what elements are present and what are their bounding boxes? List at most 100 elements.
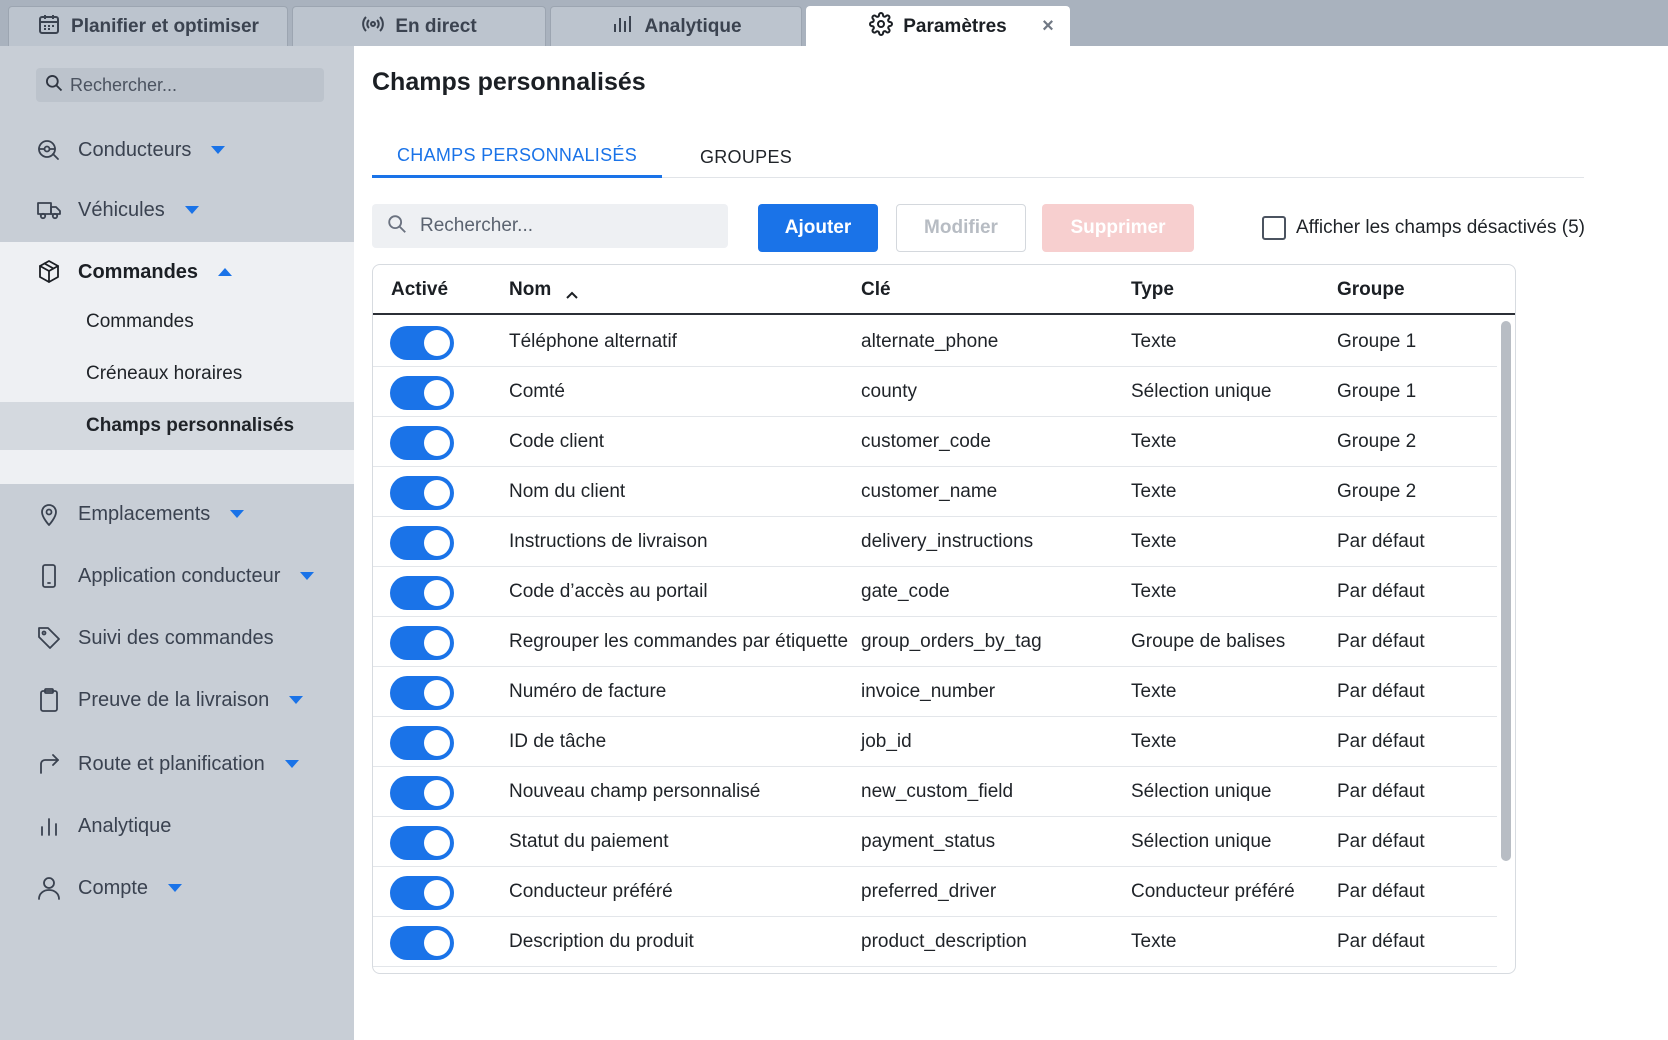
enabled-toggle[interactable] — [390, 376, 454, 410]
sidebar-subitem-commandes[interactable]: Commandes — [0, 298, 354, 346]
show-disabled-label: Afficher les champs désactivés (5) — [1296, 217, 1585, 238]
field-group: Par défaut — [1337, 781, 1425, 802]
table-row[interactable]: Code client customer_code Texte Groupe 2 — [373, 417, 1497, 467]
sidebar-item-analytique[interactable]: Analytique — [0, 806, 354, 846]
sidebar-item-vehicules[interactable]: Véhicules — [0, 190, 354, 230]
table-header: Activé Nom Clé Type Groupe — [373, 265, 1515, 315]
table-scrollbar[interactable] — [1501, 321, 1511, 861]
field-type: Conducteur préféré — [1131, 881, 1295, 902]
enabled-toggle[interactable] — [390, 576, 454, 610]
bar-chart-icon — [41, 818, 57, 836]
gear-icon — [869, 11, 894, 42]
field-group: Par défaut — [1337, 881, 1425, 902]
table-row[interactable]: Conducteur préféré preferred_driver Conduc… — [373, 867, 1497, 917]
enabled-toggle[interactable] — [390, 926, 454, 960]
table-row[interactable]: Comté county Sélection unique Groupe 1 — [373, 367, 1497, 417]
field-group: Par défaut — [1337, 831, 1425, 852]
delete-button[interactable]: Supprimer — [1042, 204, 1194, 252]
sidebar-item-label: Application conducteur — [78, 564, 281, 587]
route-arrow-icon — [40, 754, 59, 774]
edit-button[interactable]: Modifier — [896, 204, 1026, 252]
add-button[interactable]: Ajouter — [758, 204, 878, 252]
sidebar-item-emplacements[interactable]: Emplacements — [0, 494, 354, 534]
table-row[interactable]: Téléphone alternatif alternate_phone Texte… — [373, 317, 1497, 367]
field-type: Texte — [1131, 581, 1177, 602]
field-name: Regrouper les commandes par étiquette — [509, 631, 849, 652]
tab-planifier[interactable]: Planifier et optimiser — [8, 6, 288, 46]
table-row[interactable]: Regrouper les commandes par étiquette gro… — [373, 617, 1497, 667]
search-icon — [386, 213, 408, 240]
table-row[interactable]: Description du produit product_descriptio… — [373, 917, 1497, 967]
column-header-key[interactable]: Clé — [861, 279, 891, 301]
enabled-toggle[interactable] — [390, 876, 454, 910]
enabled-toggle[interactable] — [390, 726, 454, 760]
enabled-toggle[interactable] — [390, 776, 454, 810]
table-row[interactable]: Statut du paiement payment_status Sélectio… — [373, 817, 1497, 867]
table-row[interactable]: Numéro de facture invoice_number Texte Par … — [373, 667, 1497, 717]
field-type: Texte — [1131, 331, 1177, 352]
sidebar-search-input[interactable] — [70, 74, 310, 96]
enabled-toggle[interactable] — [390, 426, 454, 460]
enabled-toggle[interactable] — [390, 526, 454, 560]
table-row[interactable]: Code d’accès au portail gate_code Texte Par… — [373, 567, 1497, 617]
column-header-label: Groupe — [1337, 279, 1405, 300]
sidebar-subitem-creneaux[interactable]: Créneaux horaires — [0, 350, 354, 398]
sidebar-item-route-planification[interactable]: Route et planification — [0, 744, 354, 784]
tab-groupes[interactable]: GROUPES — [682, 136, 810, 178]
subtabs: CHAMPS PERSONNALISÉS GROUPES — [372, 136, 1584, 178]
sidebar-item-label: Commandes — [78, 260, 199, 283]
sidebar-item-suivi-commandes[interactable]: Suivi des commandes — [0, 618, 354, 658]
field-type: Texte — [1131, 431, 1177, 452]
main-content: Champs personnalisés CHAMPS PERSONNALISÉ… — [354, 46, 1668, 1040]
table-row[interactable]: Nouveau champ personnalisé new_custom_fie… — [373, 767, 1497, 817]
field-group: Par défaut — [1337, 531, 1425, 552]
sidebar-item-compte[interactable]: Compte — [0, 868, 354, 908]
user-icon — [38, 877, 60, 900]
sidebar-item-application-conducteur[interactable]: Application conducteur — [0, 556, 354, 596]
table-row[interactable]: ID de tâche job_id Texte Par défaut — [373, 717, 1497, 767]
tab-analytique[interactable]: Analytique — [550, 6, 802, 46]
field-type: Texte — [1131, 931, 1177, 952]
enabled-toggle[interactable] — [390, 826, 454, 860]
scrollbar-thumb[interactable] — [1501, 321, 1511, 861]
table-row[interactable]: Nom du client customer_name Texte Groupe 2 — [373, 467, 1497, 517]
field-type: Sélection unique — [1131, 781, 1272, 802]
field-type: Groupe de balises — [1131, 631, 1286, 652]
column-header-type[interactable]: Type — [1131, 279, 1174, 301]
show-disabled-checkbox[interactable] — [1262, 216, 1286, 240]
chevron-down-icon — [168, 884, 183, 892]
field-name: Code client — [509, 431, 605, 452]
close-icon[interactable]: × — [1037, 15, 1059, 37]
sidebar-item-conducteurs[interactable]: Conducteurs — [0, 130, 354, 170]
tab-en-direct[interactable]: En direct — [292, 6, 546, 46]
enabled-toggle[interactable] — [390, 676, 454, 710]
custom-fields-table: Activé Nom Clé Type Groupe Téléphone alt… — [372, 264, 1516, 974]
sidebar-subitem-champs-personnalises[interactable]: Champs personnalisés — [0, 402, 354, 450]
field-name: Conducteur préféré — [509, 881, 673, 902]
chevron-up-icon — [218, 268, 233, 276]
tag-icon — [38, 627, 60, 649]
tab-parametres[interactable]: Paramètres × — [806, 6, 1070, 46]
sidebar-item-label: Suivi des commandes — [78, 626, 274, 649]
field-key: customer_code — [861, 431, 991, 452]
field-key: payment_status — [861, 831, 996, 852]
enabled-toggle[interactable] — [390, 326, 454, 360]
field-key: preferred_driver — [861, 881, 997, 902]
table-row[interactable]: Instructions de livraison delivery_instru… — [373, 517, 1497, 567]
column-header-name[interactable]: Nom — [509, 279, 578, 301]
field-key: product_description — [861, 931, 1027, 952]
sidebar-item-preuve-livraison[interactable]: Preuve de la livraison — [0, 680, 354, 720]
tab-champs-personnalises[interactable]: CHAMPS PERSONNALISÉS — [372, 136, 662, 178]
field-name: ID de tâche — [509, 731, 607, 752]
fields-search-input[interactable] — [420, 215, 710, 237]
field-type: Texte — [1131, 681, 1177, 702]
enabled-toggle[interactable] — [390, 476, 454, 510]
enabled-toggle[interactable] — [390, 626, 454, 660]
field-name: Statut du paiement — [509, 831, 669, 852]
sidebar-item-label: Emplacements — [78, 502, 211, 525]
phone-icon — [42, 564, 56, 588]
sidebar-item-commandes[interactable]: Commandes — [0, 252, 354, 292]
column-header-group[interactable]: Groupe — [1337, 279, 1405, 301]
tab-label: En direct — [395, 15, 477, 37]
column-header-active[interactable]: Activé — [391, 279, 448, 301]
